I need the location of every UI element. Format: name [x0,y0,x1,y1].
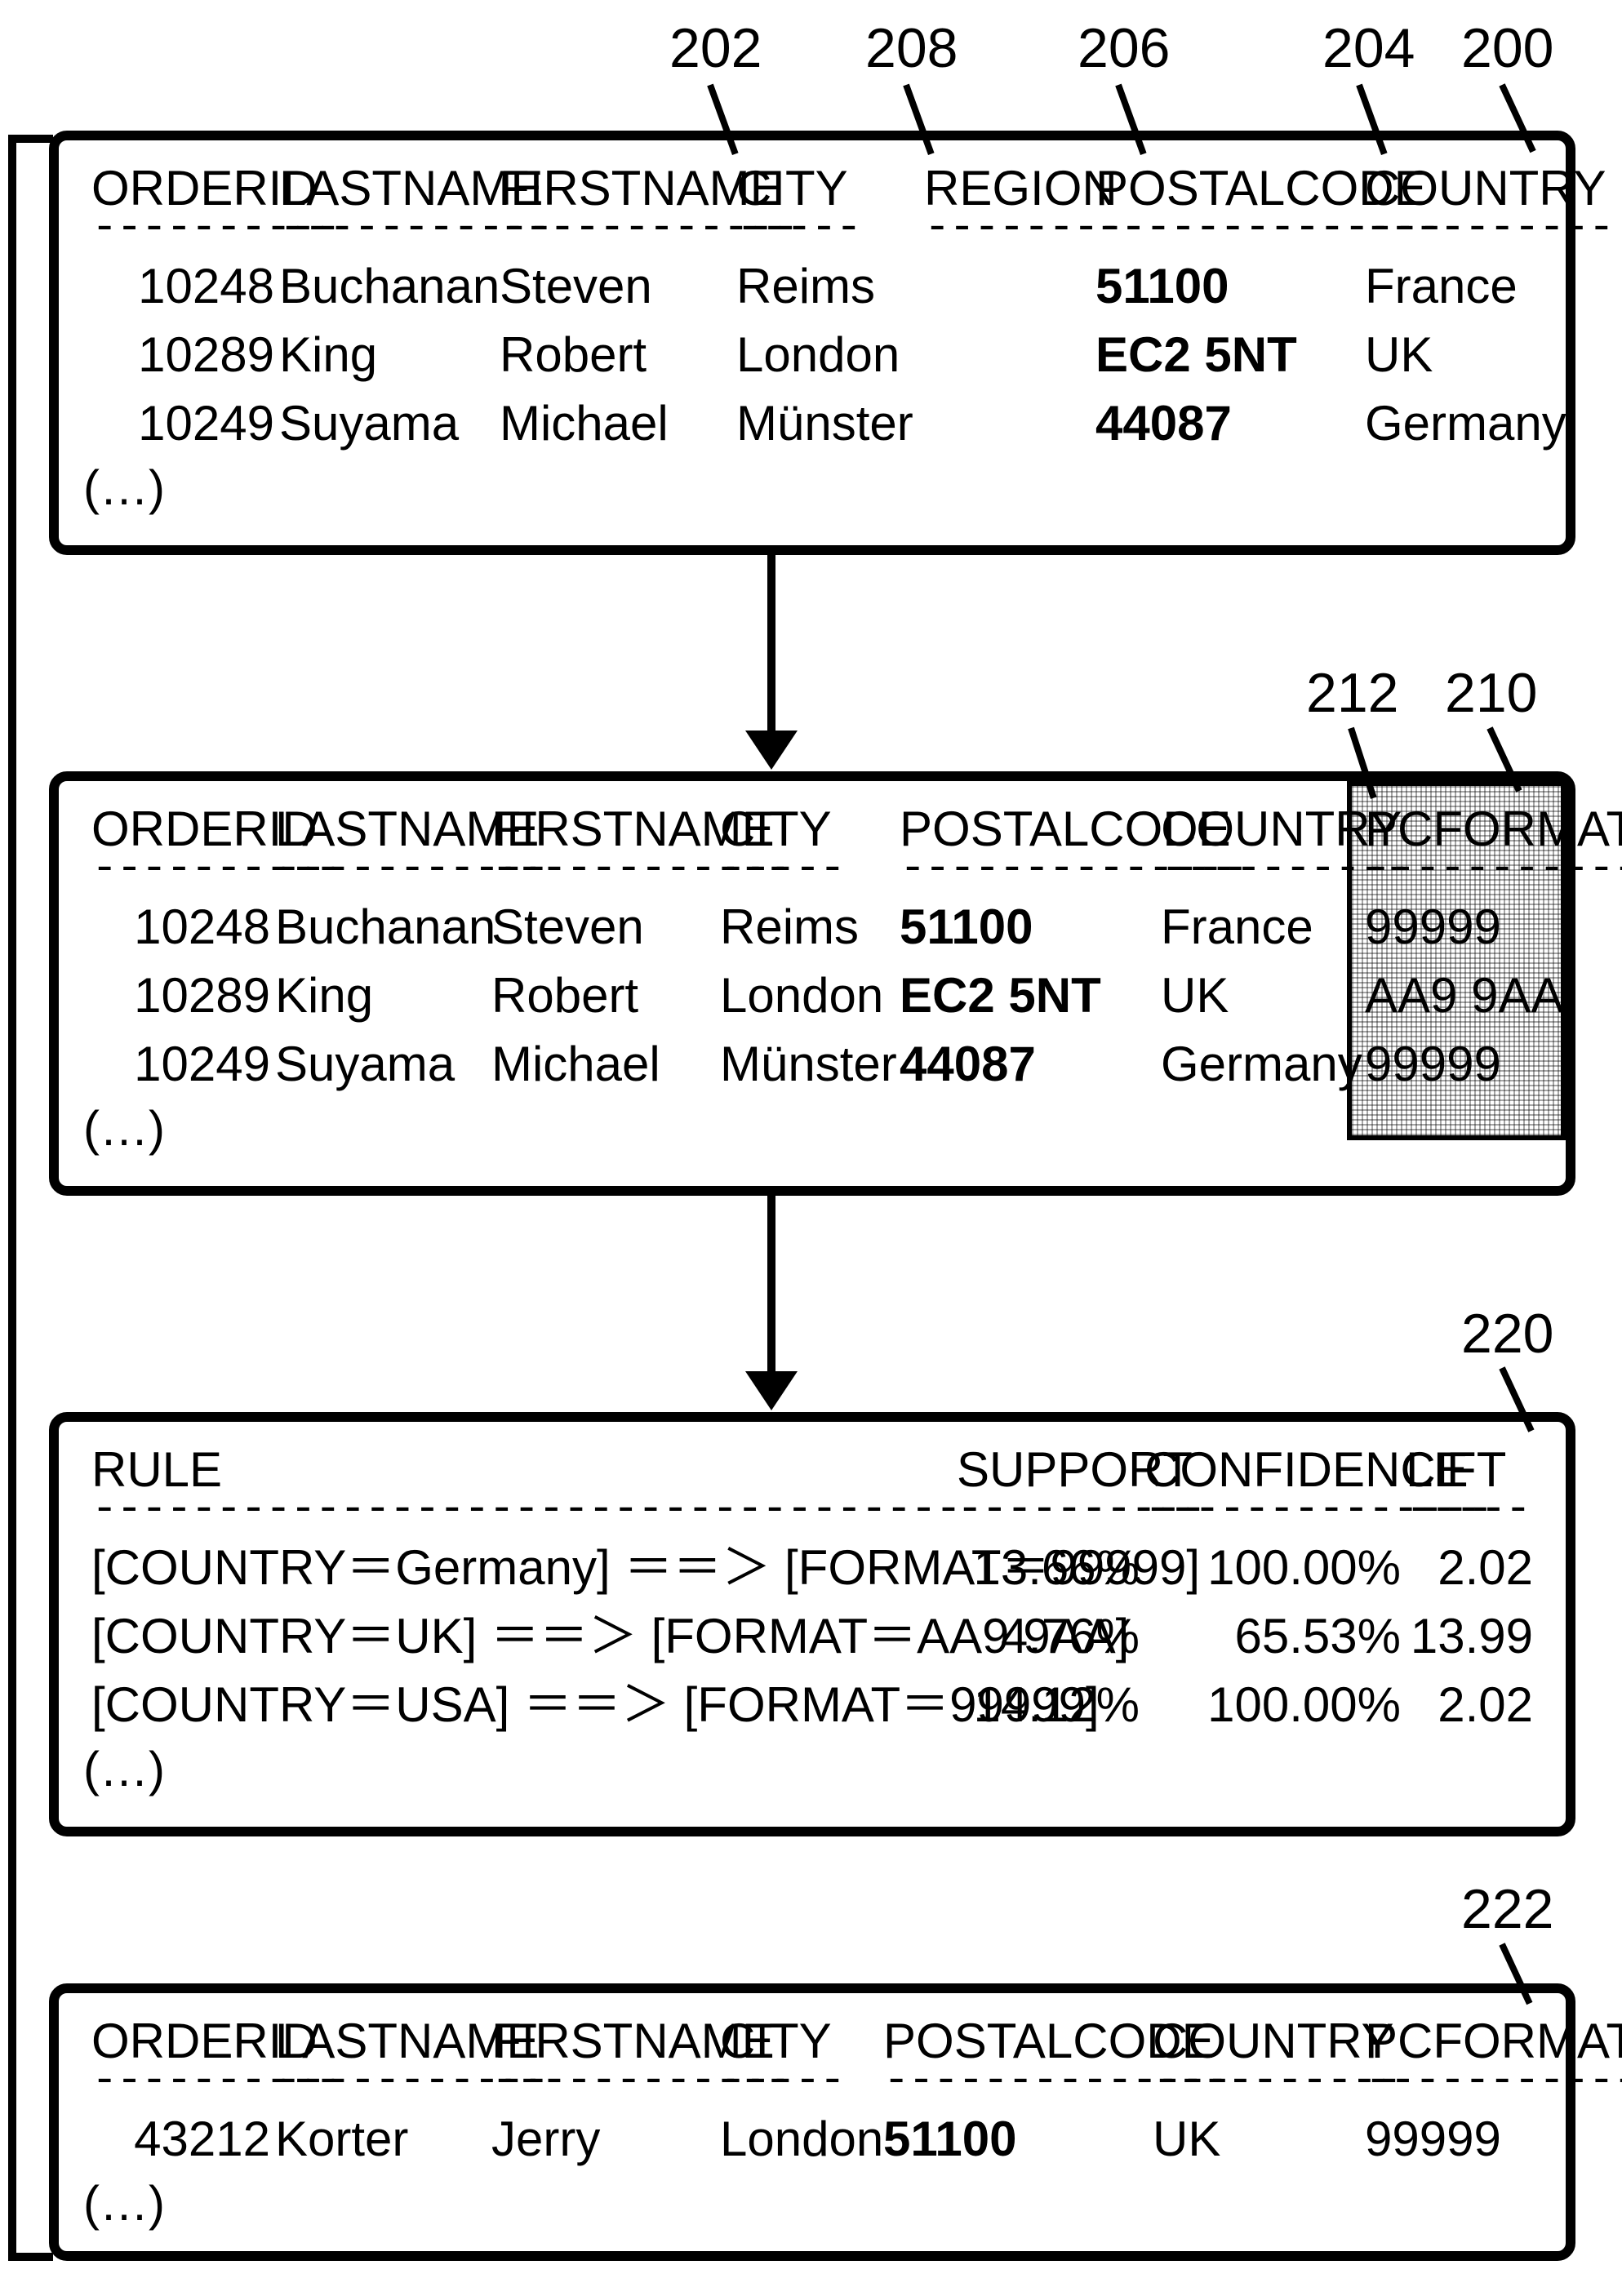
table-row: [COUNTRY＝UK] ＝＝＞ [FORMAT＝AA9 9AA] 4.76% … [91,1602,1538,1671]
table-row: [COUNTRY＝Germany] ＝＝＞ [FORMAT＝99999] 13.… [91,1534,1538,1602]
table-rules-grid: RULE SUPPORT CONFIDENCE LIFT -----------… [91,1441,1538,1739]
table-row: 43212 Korter Jerry London 51100 UK 99999 [91,2105,1541,2174]
table-rules: RULE SUPPORT CONFIDENCE LIFT -----------… [49,1412,1575,1836]
table-row: 10248 Buchanan Steven Reims 51100 France… [91,893,1549,961]
callout-210: 210 [1445,661,1537,725]
arrow-down-icon [745,731,798,770]
table-row: 10289 King Robert London EC2 5NT UK AA9 … [91,961,1549,1030]
table-row: 10249 Suyama Michael Münster 44087 Germa… [91,389,1541,458]
link-bracket [8,135,16,2257]
ellipsis: (…) [83,1739,1538,1797]
table-test: ORDERID LASTNAME FIRSTNAME CITY POSTALCO… [49,1983,1575,2261]
callout-206: 206 [1078,16,1170,80]
table-row: 10289 King Robert London EC2 5NT UK [91,321,1541,389]
table-source-grid: ORDERID LASTNAME FIRSTNAME CITY REGION P… [91,160,1541,458]
callout-204: 204 [1322,16,1415,80]
arrow-down-icon [745,1371,798,1410]
callout-208: 208 [865,16,958,80]
callout-200: 200 [1461,16,1553,80]
ellipsis: (…) [83,458,1541,516]
table-augmented: ORDERID LASTNAME FIRSTNAME CITY POSTALCO… [49,771,1575,1196]
arrow-down-icon [767,1196,775,1375]
callout-220: 220 [1461,1302,1553,1366]
col-rule: RULE [91,1441,957,1498]
table-row: [COUNTRY＝USA] ＝＝＞ [FORMAT＝99999] 14.12% … [91,1671,1538,1739]
table-augmented-grid: ORDERID LASTNAME FIRSTNAME CITY POSTALCO… [91,801,1549,1099]
callout-212: 212 [1306,661,1398,725]
callout-202: 202 [669,16,762,80]
table-source: ORDERID LASTNAME FIRSTNAME CITY REGION P… [49,131,1575,555]
ellipsis: (…) [83,2174,1541,2232]
arrow-down-icon [767,555,775,735]
table-test-grid: ORDERID LASTNAME FIRSTNAME CITY POSTALCO… [91,2013,1541,2174]
ellipsis: (…) [83,1099,1549,1157]
table-row: 10248 Buchanan Steven Reims 51100 France [91,252,1541,321]
callout-222: 222 [1461,1877,1553,1941]
table-row: 10249 Suyama Michael Münster 44087 Germa… [91,1030,1549,1099]
link-bracket [8,2253,53,2261]
